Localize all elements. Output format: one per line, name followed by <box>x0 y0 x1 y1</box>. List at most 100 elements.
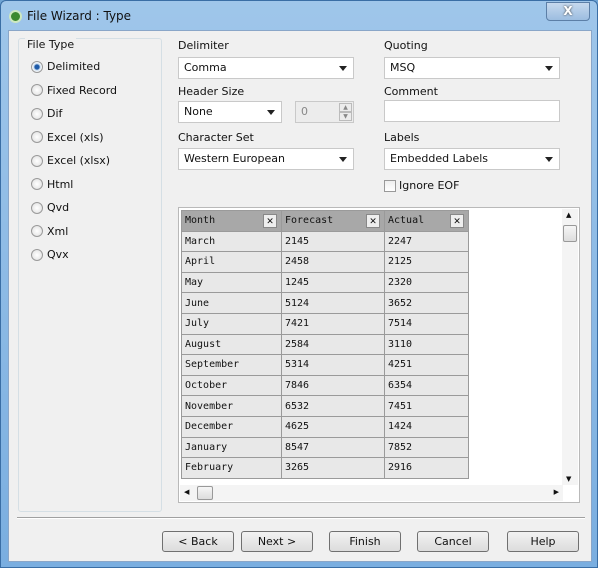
spin-down-icon[interactable]: ▼ <box>339 112 352 121</box>
table-row: November 6532 7451 <box>181 395 469 417</box>
spinner-value: 0 <box>301 105 308 118</box>
table-cell: 3110 <box>384 333 469 356</box>
table-cell: 1424 <box>384 415 469 438</box>
labels-value: Embedded Labels <box>390 152 489 165</box>
column-header-label: Month <box>185 215 216 227</box>
table-cell: June <box>181 292 282 314</box>
file-type-radio-html[interactable]: Html <box>31 178 73 191</box>
column-header-label: Forecast <box>285 215 334 227</box>
header-size-select[interactable]: None <box>178 101 282 123</box>
radio-label: Fixed Record <box>47 83 118 97</box>
preview-table: Month ✕ Forecast ✕ Actual ✕ March 2145 2247 Apri… <box>181 210 469 479</box>
table-cell: 4251 <box>384 354 469 376</box>
window-title: File Wizard : Type <box>27 9 132 23</box>
delimiter-value: Comma <box>184 61 227 74</box>
title-bar: File Wizard : Type <box>9 7 131 25</box>
character-set-label: Character Set <box>178 131 254 144</box>
table-cell: 7451 <box>384 395 469 417</box>
cancel-button[interactable]: Cancel <box>417 531 489 552</box>
comment-label: Comment <box>384 85 438 98</box>
labels-select[interactable]: Embedded Labels <box>384 148 560 170</box>
horizontal-scrollbar[interactable]: ◀ ▶ <box>180 485 563 501</box>
close-button[interactable]: X <box>546 2 590 21</box>
character-set-select[interactable]: Western European <box>178 148 354 170</box>
file-type-radio-xml[interactable]: Xml <box>31 225 68 238</box>
qlikview-app-icon <box>9 9 22 23</box>
vertical-scroll-thumb[interactable] <box>563 225 577 242</box>
table-cell: October <box>181 374 282 397</box>
table-cell: August <box>181 333 282 356</box>
radio-label: Delimited <box>47 60 101 73</box>
quoting-select[interactable]: MSQ <box>384 57 560 79</box>
table-cell: 6354 <box>384 374 469 397</box>
file-type-group: File Type Delimited Fixed Record Dif Excel … <box>18 38 162 512</box>
table-row: April 2458 2125 <box>181 251 469 273</box>
header-size-spinner[interactable]: 0 ▲ ▼ <box>295 101 354 123</box>
table-cell: 7421 <box>281 312 385 335</box>
radio-icon <box>31 131 43 143</box>
scroll-left-icon[interactable]: ◀ <box>184 488 189 496</box>
file-type-radio-delimited[interactable]: Delimited <box>31 60 100 73</box>
column-header[interactable]: Month ✕ <box>181 210 282 232</box>
file-type-label: File Type <box>25 38 77 51</box>
radio-label: Xml <box>47 224 69 238</box>
horizontal-scroll-thumb[interactable] <box>197 486 213 500</box>
column-header[interactable]: Actual ✕ <box>384 210 469 232</box>
radio-label: Excel (xlsx) <box>47 154 111 167</box>
chevron-down-icon <box>339 66 347 71</box>
file-type-radio-excel-xls[interactable]: Excel (xls) <box>31 131 104 144</box>
file-type-radio-qvd[interactable]: Qvd <box>31 201 69 214</box>
table-row: August 2584 3110 <box>181 333 469 356</box>
table-cell: 6532 <box>281 395 385 417</box>
character-set-value: Western European <box>184 152 286 165</box>
data-preview-grid: Month ✕ Forecast ✕ Actual ✕ March 2145 2247 Apri… <box>178 207 580 503</box>
file-type-radio-dif[interactable]: Dif <box>31 107 62 120</box>
next-button[interactable]: Next > <box>241 531 313 552</box>
back-button[interactable]: < Back <box>162 531 234 552</box>
scroll-up-icon[interactable]: ▲ <box>566 211 571 219</box>
scroll-down-icon[interactable]: ▼ <box>566 475 571 483</box>
delimiter-select[interactable]: Comma <box>178 57 354 79</box>
spin-up-icon[interactable]: ▲ <box>339 103 352 112</box>
remove-column-icon[interactable]: ✕ <box>450 214 464 228</box>
chevron-down-icon <box>267 110 275 115</box>
quoting-label: Quoting <box>384 39 428 52</box>
divider <box>17 517 585 519</box>
table-cell: January <box>181 436 282 459</box>
table-cell: 2584 <box>281 333 385 356</box>
file-type-radio-qvx[interactable]: Qvx <box>31 248 69 261</box>
remove-column-icon[interactable]: ✕ <box>366 214 380 228</box>
table-cell: July <box>181 312 282 335</box>
header-size-label: Header Size <box>178 85 245 98</box>
table-cell: 2916 <box>384 457 469 479</box>
labels-label: Labels <box>384 131 420 144</box>
remove-column-icon[interactable]: ✕ <box>263 214 277 228</box>
table-cell: 1245 <box>281 271 385 294</box>
file-type-radio-excel-xlsx[interactable]: Excel (xlsx) <box>31 154 110 167</box>
table-cell: March <box>181 230 282 253</box>
table-cell: February <box>181 457 282 479</box>
chevron-down-icon <box>545 157 553 162</box>
ignore-eof-checkbox[interactable]: Ignore EOF <box>384 179 459 192</box>
table-row: January 8547 7852 <box>181 436 469 459</box>
file-wizard-window: File Wizard : Type X File Type Delimited… <box>0 0 598 568</box>
table-cell: 7852 <box>384 436 469 459</box>
file-type-radio-fixed-record[interactable]: Fixed Record <box>31 84 117 97</box>
table-row: December 4625 1424 <box>181 415 469 438</box>
help-button[interactable]: Help <box>507 531 579 552</box>
scroll-right-icon[interactable]: ▶ <box>554 488 559 496</box>
table-cell: 2247 <box>384 230 469 253</box>
table-row: May 1245 2320 <box>181 271 469 294</box>
table-cell: 8547 <box>281 436 385 459</box>
column-header[interactable]: Forecast ✕ <box>281 210 385 232</box>
table-cell: September <box>181 354 282 376</box>
table-cell: 7846 <box>281 374 385 397</box>
table-cell: 2458 <box>281 251 385 273</box>
comment-input[interactable] <box>384 100 560 122</box>
finish-button[interactable]: Finish <box>329 531 401 552</box>
vertical-scrollbar[interactable]: ▲ ▼ <box>562 209 578 485</box>
table-row: March 2145 2247 <box>181 230 469 253</box>
radio-icon <box>31 84 43 96</box>
quoting-value: MSQ <box>390 61 416 74</box>
chevron-down-icon <box>545 66 553 71</box>
